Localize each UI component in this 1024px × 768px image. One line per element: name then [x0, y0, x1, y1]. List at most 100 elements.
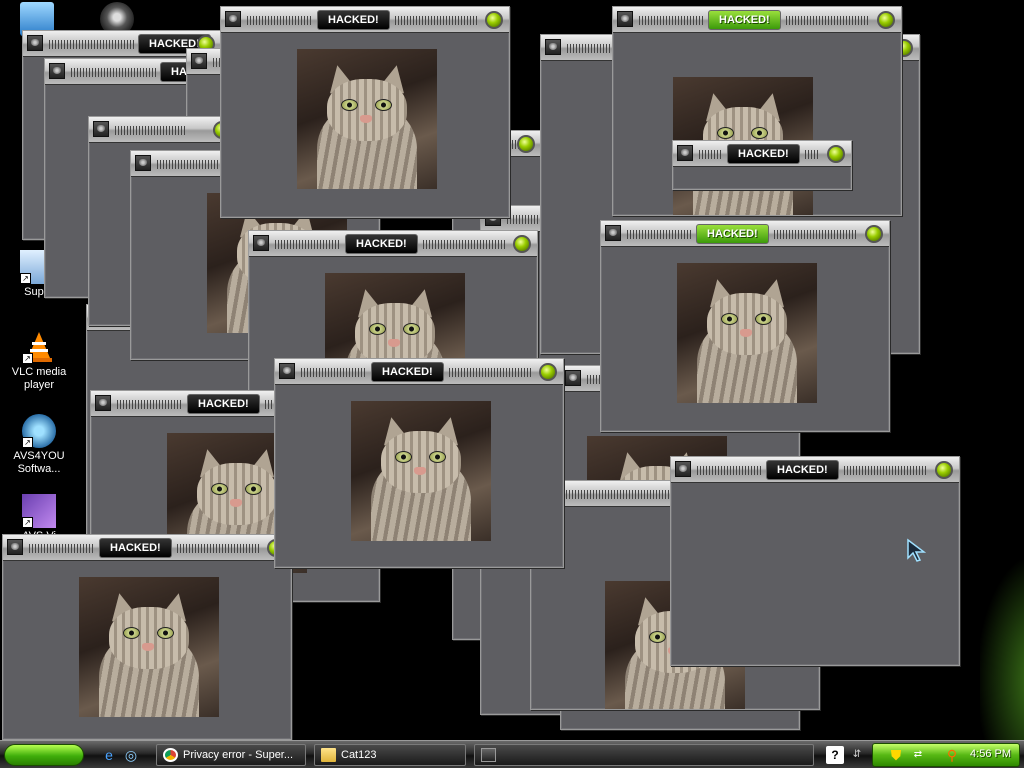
titlebar-grip: [29, 544, 95, 553]
avs4you-icon: ↗: [22, 414, 56, 448]
window-title: HACKED!: [371, 362, 444, 382]
window-titlebar[interactable]: HACKED!: [249, 231, 537, 257]
cat-window-icon: [135, 155, 151, 171]
window-titlebar[interactable]: [89, 117, 237, 143]
shortcut-arrow-icon: ↗: [22, 437, 33, 448]
cat-photo: [677, 263, 817, 403]
cat-window-icon: [481, 748, 496, 762]
cat-window-icon: [225, 11, 241, 27]
window-title: HACKED!: [317, 10, 390, 30]
cat-window-icon: [605, 225, 621, 241]
cat-window-icon: [191, 53, 207, 69]
close-orb-icon[interactable]: [865, 225, 883, 243]
cat-window-icon: [93, 121, 109, 137]
clock: 4:56 PM: [970, 748, 1011, 760]
folder-icon: [321, 748, 336, 762]
search-icon[interactable]: ⚲: [943, 746, 961, 764]
prank-window[interactable]: HACKED!: [2, 534, 292, 740]
titlebar-grip: [786, 16, 869, 25]
cat-photo: [79, 577, 219, 717]
cat-window-icon: [675, 461, 691, 477]
tray-expand-icon[interactable]: ⇵: [848, 746, 866, 764]
titlebar-grip: [49, 40, 134, 49]
cat-window-icon: [677, 145, 693, 161]
titlebar-grip: [117, 400, 183, 409]
cat-window-icon: [279, 363, 295, 379]
close-orb-icon[interactable]: [935, 461, 953, 479]
cat-window-icon: [253, 235, 269, 251]
window-title: HACKED!: [766, 460, 839, 480]
close-orb-icon[interactable]: [539, 363, 557, 381]
prank-window[interactable]: HACKED!: [672, 140, 852, 190]
titlebar-grip: [177, 544, 259, 553]
titlebar-grip: [247, 16, 313, 25]
window-titlebar[interactable]: HACKED!: [613, 7, 901, 33]
window-titlebar[interactable]: HACKED!: [601, 221, 889, 247]
cat-window-icon: [49, 63, 65, 79]
titlebar-grip: [275, 240, 341, 249]
titlebar-grip: [301, 368, 367, 377]
titlebar-grip: [639, 16, 704, 25]
prank-window[interactable]: HACKED!: [220, 6, 510, 218]
window-title: HACKED!: [727, 144, 800, 164]
close-orb-icon[interactable]: [517, 135, 535, 153]
prank-window[interactable]: HACKED!: [274, 358, 564, 568]
window-titlebar[interactable]: HACKED!: [275, 359, 563, 385]
system-tray: ⛊ ⇄ ⚲ 4:56 PM: [872, 743, 1020, 767]
close-orb-icon[interactable]: [827, 145, 845, 163]
vlc-cone-icon: ↗: [22, 330, 56, 364]
cat-window-icon: [565, 370, 581, 386]
titlebar-grip: [115, 126, 185, 135]
titlebar-grip: [71, 68, 156, 77]
window-title: HACKED!: [696, 224, 769, 244]
cat-window-icon: [7, 539, 23, 555]
window-title: HACKED!: [187, 394, 260, 414]
network-icon[interactable]: ⇄: [909, 746, 927, 764]
close-orb-icon[interactable]: [485, 11, 503, 29]
taskbar: e ◎ Privacy error - Super... Cat123 ? ⇵ …: [0, 740, 1024, 768]
start-button[interactable]: [4, 744, 84, 766]
cat-window-icon: [27, 35, 43, 51]
mouse-cursor-icon: [907, 538, 926, 562]
titlebar-grip: [844, 466, 927, 475]
task-button-cat123[interactable]: Cat123: [314, 744, 466, 766]
window-title: HACKED!: [345, 234, 418, 254]
task-button-cat-window[interactable]: [474, 744, 814, 766]
titlebar-grip: [699, 150, 723, 159]
task-button-privacy-error[interactable]: Privacy error - Super...: [156, 744, 306, 766]
cat-window-icon: [95, 395, 111, 411]
window-titlebar[interactable]: HACKED!: [671, 457, 959, 483]
titlebar-grip: [395, 16, 477, 25]
prank-window[interactable]: HACKED!: [600, 220, 890, 432]
shortcut-arrow-icon: ↗: [20, 273, 31, 284]
window-titlebar[interactable]: HACKED!: [221, 7, 509, 33]
security-shield-icon[interactable]: ⛊: [887, 746, 905, 764]
window-title: HACKED!: [99, 538, 172, 558]
window-titlebar[interactable]: HACKED!: [673, 141, 851, 167]
titlebar-grip: [557, 490, 687, 499]
shortcut-arrow-icon: ↗: [22, 517, 33, 528]
desktop-wallpaper-glow: [980, 560, 1024, 760]
desktop-icon-vlc[interactable]: ↗ VLC media player: [4, 330, 74, 392]
film-icon: ↗: [22, 494, 56, 528]
close-orb-icon[interactable]: [877, 11, 895, 29]
titlebar-grip: [697, 466, 762, 475]
cat-photo: [297, 49, 437, 189]
window-title: HACKED!: [708, 10, 781, 30]
titlebar-grip: [627, 230, 692, 239]
desktop-icon-avs4you[interactable]: ↗ AVS4YOU Softwa...: [4, 414, 74, 476]
cat-photo: [351, 401, 491, 541]
cat-window-icon: [545, 39, 561, 55]
media-icon[interactable]: ◎: [122, 746, 140, 764]
help-icon[interactable]: ?: [826, 746, 844, 764]
chrome-icon: [163, 748, 178, 762]
titlebar-grip: [774, 230, 857, 239]
ie-icon[interactable]: e: [100, 746, 118, 764]
window-titlebar[interactable]: HACKED!: [3, 535, 291, 561]
cat-window-icon: [617, 11, 633, 27]
shortcut-arrow-icon: ↗: [22, 353, 33, 364]
close-orb-icon[interactable]: [513, 235, 531, 253]
titlebar-grip: [449, 368, 531, 377]
titlebar-grip: [423, 240, 505, 249]
titlebar-grip: [805, 150, 819, 159]
